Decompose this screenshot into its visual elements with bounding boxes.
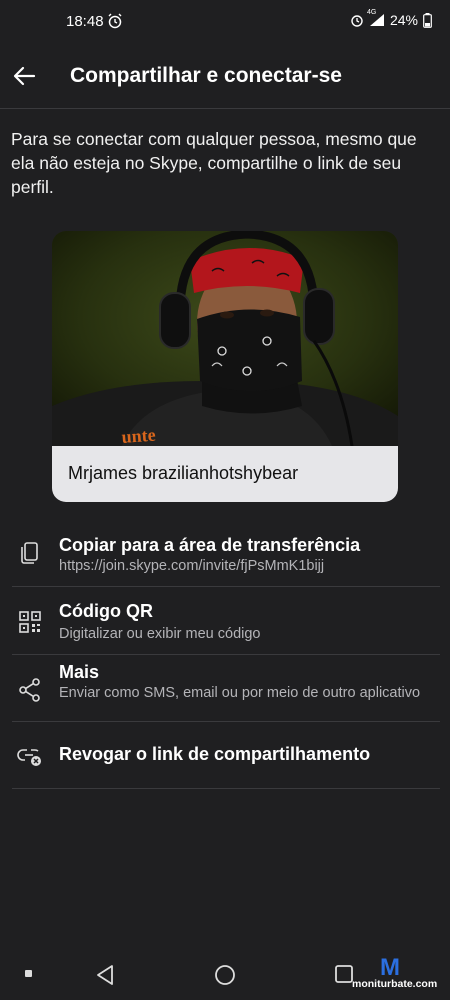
copy-link-title: Copiar para a área de transferência	[59, 535, 361, 555]
status-right: 4G 24%	[350, 9, 432, 28]
network-type: 4G	[366, 9, 377, 16]
intro-text: Para se conectar com qualquer pessoa, me…	[11, 129, 417, 197]
back-button[interactable]	[10, 61, 40, 91]
qr-code-subtitle: Digitalizar ou exibir meu código	[59, 626, 261, 642]
nav-back-icon[interactable]	[95, 964, 115, 986]
share-icon	[19, 678, 40, 702]
copy-link-item[interactable]: Copiar para a área de transferência http…	[12, 520, 440, 587]
more-share-title: Mais	[59, 662, 100, 682]
nav-home-icon[interactable]	[214, 964, 236, 986]
watermark-text: moniturbate.com	[352, 978, 438, 990]
share-actions-list: Copiar para a área de transferência http…	[12, 520, 440, 789]
status-time: 18:48	[66, 13, 104, 30]
nav-recents-icon[interactable]	[334, 964, 354, 984]
copy-icon	[21, 542, 38, 564]
page-title: Compartilhar e conectar-se	[70, 64, 342, 87]
battery-icon	[423, 12, 432, 28]
shirt-print: unte	[121, 425, 156, 446]
arrow-left-icon	[13, 66, 36, 86]
qr-code-icon	[19, 611, 41, 633]
alarm-sync-icon	[107, 13, 123, 34]
watermark: M moniturbate.com	[352, 954, 444, 994]
profile-name: Mrjames brazilianhotshybear	[68, 463, 299, 483]
qr-code-title: Código QR	[59, 601, 153, 621]
profile-card[interactable]: unte Mrjames brazilianhotshybear	[52, 231, 398, 502]
revoke-link-title: Revogar o link de compartilhamento	[59, 744, 371, 764]
link-revoke-icon	[17, 749, 41, 766]
alarm-icon	[350, 13, 364, 27]
more-share-subtitle: Enviar como SMS, email ou por meio de ou…	[59, 685, 421, 701]
signal-icon: 4G	[367, 9, 385, 27]
status-bar: 18:48 4G 24%	[0, 0, 450, 44]
nav-dot-icon[interactable]	[25, 970, 32, 977]
app-bar: Compartilhar e conectar-se	[0, 44, 450, 109]
profile-photo: unte	[52, 231, 398, 446]
card-name-bar: Mrjames brazilianhotshybear	[52, 446, 398, 502]
battery-level: 24%	[389, 12, 418, 28]
copy-link-url: https://join.skype.com/invite/fjPsMmK1bi…	[59, 558, 325, 574]
revoke-link-item[interactable]: Revogar o link de compartilhamento	[12, 722, 440, 789]
more-share-item[interactable]: Mais Enviar como SMS, email ou por meio …	[12, 655, 440, 722]
qr-code-item[interactable]: Código QR Digitalizar ou exibir meu códi…	[12, 587, 440, 655]
